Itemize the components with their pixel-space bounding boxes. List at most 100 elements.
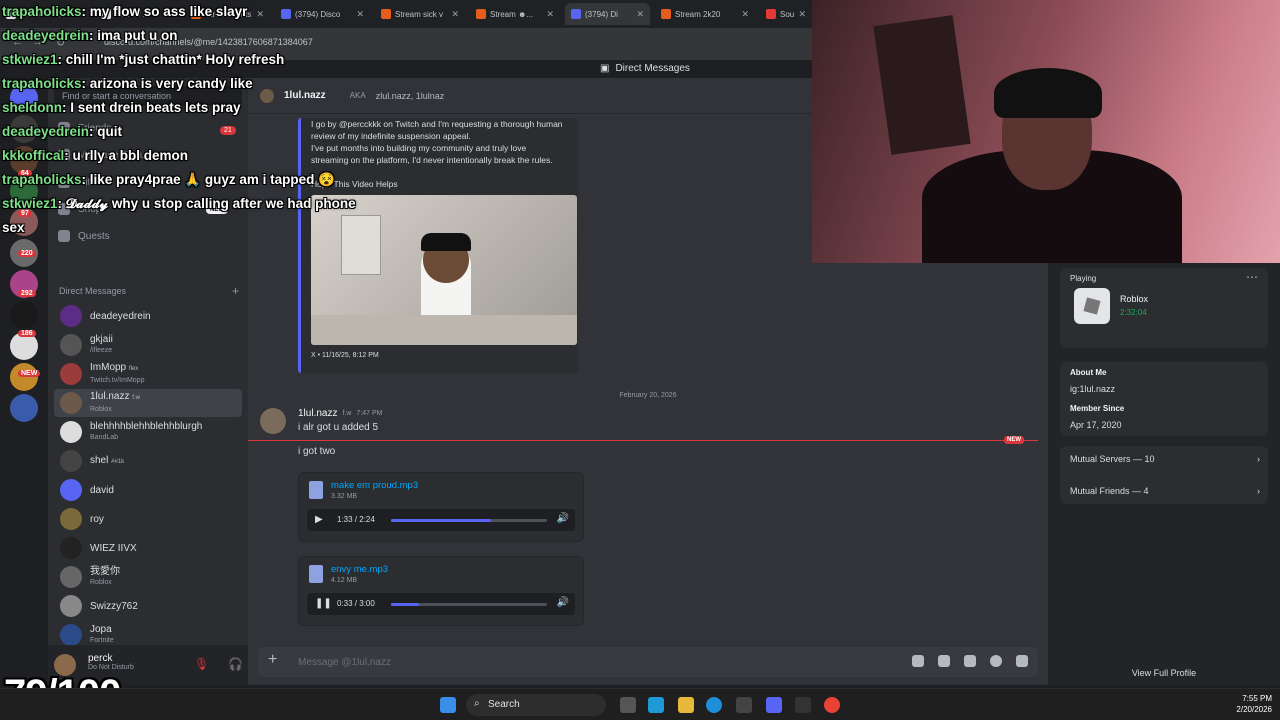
dm-status: /ifleeze [90, 347, 113, 354]
emoji-icon[interactable] [990, 655, 1002, 667]
message-input[interactable]: + Message @1lul.nazz [258, 647, 1038, 677]
dm-item[interactable]: 我愛你 Roblox [54, 563, 242, 591]
mutuals-card: Mutual Servers — 10 › Mutual Friends — 4 › [1060, 446, 1268, 504]
tab-label: Stream 2k20 [675, 9, 721, 19]
message-author[interactable]: 1lul.nazz [298, 408, 337, 419]
mutual-friends-row[interactable]: Mutual Friends — 4 › [1070, 486, 1260, 496]
view-full-profile-button[interactable]: View Full Profile [1048, 668, 1280, 678]
more-icon[interactable]: ⋯ [1246, 270, 1258, 284]
chat-username: trapaholicks [2, 172, 82, 187]
tab-favicon-icon [661, 9, 671, 19]
pause-icon[interactable]: ❚❚ [315, 598, 332, 609]
server-icon[interactable] [10, 301, 38, 329]
mutual-servers-row[interactable]: Mutual Servers — 10 › [1070, 454, 1260, 464]
file-size: 3.32 MB [331, 493, 358, 500]
file-explorer-icon[interactable] [678, 697, 694, 713]
file-name[interactable]: make em proud.mp3 [331, 480, 418, 491]
add-attachment-icon[interactable]: + [268, 651, 277, 669]
taskbar-search[interactable]: ⌕ Search [466, 694, 606, 716]
play-icon[interactable]: ▶ [315, 514, 323, 525]
copilot-icon[interactable] [648, 697, 664, 713]
dm-item[interactable]: 1lul.nazz f.w Roblox [54, 389, 242, 417]
stream-chat-overlay: trapaholicks: my flow so ass like slayr d… [2, 0, 362, 240]
dm-header: Direct Messages + [59, 284, 239, 298]
add-dm-icon[interactable]: + [232, 284, 239, 298]
audio-progress-bar[interactable] [391, 603, 547, 606]
system-tray[interactable]: 7:55 PM 2/20/2026 [1236, 693, 1272, 715]
chat-username: trapaholicks [2, 76, 82, 91]
message-tag: f.w [342, 410, 352, 417]
close-icon[interactable]: ✕ [741, 9, 749, 20]
start-icon[interactable] [440, 697, 456, 713]
close-icon[interactable]: ✕ [798, 9, 806, 20]
avatar [60, 334, 82, 356]
dm-item[interactable]: ImMopp flex Twitch.tv/ImMopp [54, 360, 242, 388]
dm-item[interactable]: gkjaii/ifleeze [54, 331, 242, 359]
apps-icon[interactable] [1016, 655, 1028, 667]
close-icon[interactable]: ✕ [546, 9, 554, 20]
activity-card: Playing ⋯ Roblox 2:32:04 [1060, 268, 1268, 348]
dm-item[interactable]: blehhhhblehhblehhblurgh BandLab [54, 418, 242, 446]
file-name[interactable]: envy me.mp3 [331, 564, 388, 575]
close-icon[interactable]: ✕ [636, 9, 644, 20]
browser-tab[interactable]: Stream 2k20 ✕ [655, 3, 755, 25]
headphones-icon[interactable]: 🎧 [228, 657, 243, 671]
close-icon[interactable]: ✕ [451, 9, 459, 20]
user-status: Do Not Disturb [88, 664, 134, 671]
volume-icon[interactable]: 🔊 [557, 513, 569, 524]
browser-tab[interactable]: Sou ✕ [760, 3, 812, 25]
dm-header-label: Direct Messages [59, 286, 127, 296]
dm-item[interactable]: roy [54, 505, 242, 533]
chrome-icon[interactable] [824, 697, 840, 713]
file-size: 4.12 MB [331, 577, 358, 584]
gift-icon[interactable] [912, 655, 924, 667]
avatar [60, 479, 82, 501]
edge-icon[interactable] [706, 697, 722, 713]
volume-icon[interactable]: 🔊 [557, 597, 569, 608]
audio-progress-bar[interactable] [391, 519, 547, 522]
dm-item[interactable]: shel ##1k [54, 447, 242, 475]
avatar [60, 305, 82, 327]
dm-item[interactable]: deadeyedrein [54, 302, 242, 330]
browser-tab[interactable]: (3794) Di ✕ [565, 3, 650, 25]
server-icon[interactable] [10, 394, 38, 422]
message-avatar[interactable] [260, 408, 286, 434]
browser-tab[interactable]: Stream ☻... ✕ [470, 3, 560, 25]
clock-time: 7:55 PM [1242, 694, 1272, 703]
mute-icon[interactable]: 🎙 [194, 657, 209, 671]
dm-name: Swizzy762 [90, 600, 138, 612]
mutual-servers: Mutual Servers — 10 [1070, 454, 1155, 464]
taskbar-search-label: Search [488, 699, 520, 710]
embed-footer: X • 11/16/25, 8:12 PM [311, 352, 379, 359]
dm-item[interactable]: Swizzy762 [54, 592, 242, 620]
sticker-icon[interactable] [964, 655, 976, 667]
dm-title-icon: ▣ [600, 63, 610, 74]
dm-name: deadeyedrein [90, 310, 151, 322]
chevron-right-icon: › [1257, 486, 1260, 496]
game-name: Roblox [1120, 294, 1149, 304]
browser-tab[interactable]: Stream sick v ✕ [375, 3, 465, 25]
chat-message: stkwiez1: 𝓓𝓪𝓭𝓭𝔂 why u stop calling after… [2, 196, 356, 235]
window-title: Direct Messages [615, 63, 690, 74]
discord-icon[interactable] [766, 697, 782, 713]
gif-icon[interactable] [938, 655, 950, 667]
store-icon[interactable] [736, 697, 752, 713]
app-icon[interactable] [795, 697, 811, 713]
avatar [60, 421, 82, 443]
task-view-icon[interactable] [620, 697, 636, 713]
audio-time: 1:33 / 2:24 [337, 515, 375, 524]
playing-label: Playing [1070, 274, 1097, 283]
dm-name: WIEZ IIVX [90, 542, 137, 554]
search-icon: ⌕ [474, 698, 480, 709]
chat-text: my flow so ass like slayr [89, 4, 248, 19]
dm-item[interactable]: WIEZ IIVX [54, 534, 242, 562]
dm-name: 1lul.nazz [90, 391, 130, 402]
dm-name: blehhhhblehhblehhblurgh [90, 421, 203, 432]
taskbar: ⌕ Search 7:55 PM 2/20/2026 [0, 688, 1280, 720]
tab-label: Stream sick v [395, 9, 444, 19]
server-badge: NEW [18, 370, 41, 377]
server-icon[interactable] [10, 363, 38, 391]
dm-item[interactable]: david [54, 476, 242, 504]
dm-status: BandLab [90, 434, 119, 441]
new-tag: NEW [1004, 436, 1024, 444]
